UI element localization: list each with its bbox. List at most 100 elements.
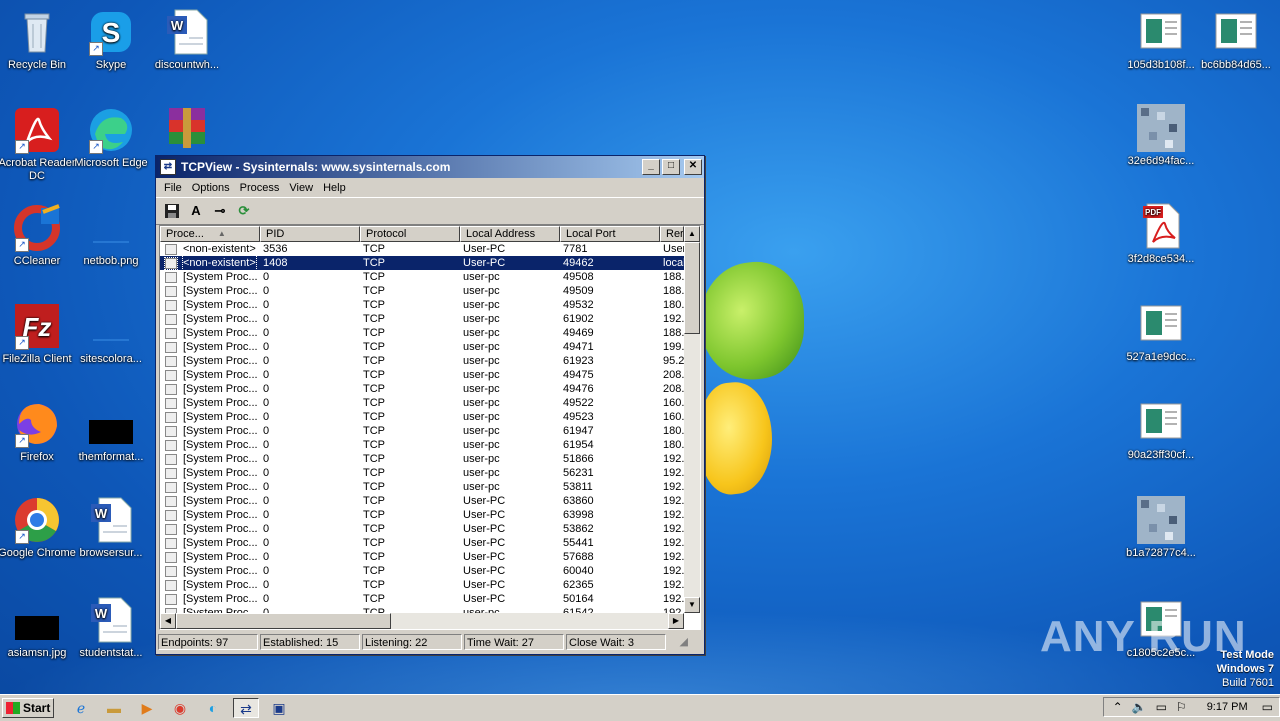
refresh-icon[interactable]: ⟳ — [234, 201, 254, 221]
table-row[interactable]: [System Proc... 0 TCP User-PC 50164 192. — [160, 592, 700, 606]
font-icon[interactable]: A — [186, 201, 206, 221]
desktop-icon-105d3b108f[interactable]: 105d3b108f... — [1121, 8, 1201, 72]
table-row[interactable]: <non-existent> 1408 TCP User-PC 49462 local — [160, 256, 700, 270]
maximize-button[interactable]: □ — [662, 159, 680, 175]
scroll-left-icon[interactable]: ◀ — [160, 613, 176, 629]
show-desktop-icon[interactable]: ▭ — [1262, 700, 1273, 714]
tcpview-app-icon: ⇄ — [160, 159, 176, 175]
table-cell: User-PC — [463, 509, 506, 521]
tcpview-taskbar-icon[interactable]: ⇄ — [233, 698, 259, 718]
desktop-icon-3f2d8ce534[interactable]: PDF 3f2d8ce534... — [1121, 202, 1201, 266]
show-hidden-icons-icon[interactable]: ⌃ — [1113, 700, 1123, 714]
horizontal-scroll-thumb[interactable] — [176, 613, 391, 629]
close-button[interactable]: ✕ — [684, 159, 702, 175]
desktop-icon-acrobat[interactable]: ↗ Acrobat Reader DC — [0, 106, 77, 183]
tcpview-window[interactable]: ⇄ TCPView - Sysinternals: www.sysinterna… — [155, 155, 705, 655]
resolve-addresses-icon[interactable]: ⊸ — [210, 201, 230, 221]
table-row[interactable]: [System Proc... 0 TCP user-pc 61954 180. — [160, 438, 700, 452]
vertical-scrollbar[interactable]: ▲ ▼ — [684, 226, 700, 613]
desktop-icon-themformat[interactable]: themformat... — [71, 400, 151, 464]
desktop-icon-edge[interactable]: ↗ Microsoft Edge — [71, 106, 151, 170]
desktop-icon-chrome[interactable]: ↗ Google Chrome — [0, 496, 77, 560]
table-row[interactable]: [System Proc... 0 TCP user-pc 49509 188. — [160, 284, 700, 298]
table-row[interactable]: [System Proc... 0 TCP User-PC 57688 192. — [160, 550, 700, 564]
table-row[interactable]: [System Proc... 0 TCP User-PC 60040 192. — [160, 564, 700, 578]
desktop-icon-filezilla[interactable]: Fz ↗ FileZilla Client — [0, 302, 77, 366]
table-row[interactable]: [System Proc... 0 TCP user-pc 49522 160. — [160, 396, 700, 410]
table-row[interactable]: [System Proc... 0 TCP user-pc 53811 192. — [160, 480, 700, 494]
clock[interactable]: 9:17 PM — [1207, 701, 1248, 713]
table-cell: 0 — [263, 425, 270, 437]
scroll-up-icon[interactable]: ▲ — [684, 226, 700, 242]
menu-help[interactable]: Help — [318, 182, 351, 194]
table-row[interactable]: [System Proc... 0 TCP User-PC 62365 192. — [160, 578, 700, 592]
desktop-icon-bc6bb84d65[interactable]: bc6bb84d65... — [1196, 8, 1276, 72]
menu-options[interactable]: Options — [187, 182, 235, 194]
desktop-icon-32e6d94fac[interactable]: 32e6d94fac... — [1121, 104, 1201, 168]
column-header-remote-address[interactable]: Rer — [660, 226, 684, 242]
column-header-protocol[interactable]: Protocol — [360, 226, 460, 242]
desktop-icon-studentstat[interactable]: W studentstat... — [71, 596, 151, 660]
desktop-icon-browsersur[interactable]: W browsersur... — [71, 496, 151, 560]
shortcut-arrow-icon: ↗ — [15, 140, 29, 154]
desktop-icon-firefox[interactable]: ↗ Firefox — [0, 400, 77, 464]
table-cell: 0 — [263, 327, 270, 339]
table-row[interactable]: [System Proc... 0 TCP user-pc 61923 95.2 — [160, 354, 700, 368]
resize-grip-icon[interactable]: ◢ — [668, 634, 688, 650]
minimize-button[interactable]: _ — [642, 159, 660, 175]
desktop-icon-ccleaner[interactable]: ↗ CCleaner — [0, 204, 77, 268]
table-row[interactable]: [System Proc... 0 TCP user-pc 49523 160. — [160, 410, 700, 424]
app-taskbar-icon[interactable]: ▣ — [266, 698, 292, 718]
start-button[interactable]: Start — [2, 698, 54, 718]
table-row[interactable]: [System Proc... 0 TCP user-pc 49469 188. — [160, 326, 700, 340]
scroll-right-icon[interactable]: ▶ — [668, 613, 684, 629]
scroll-down-icon[interactable]: ▼ — [684, 597, 700, 613]
menu-view[interactable]: View — [284, 182, 318, 194]
desktop-icon-winrar[interactable] — [147, 106, 227, 157]
table-row[interactable]: [System Proc... 0 TCP User-PC 53862 192. — [160, 522, 700, 536]
desktop-icon-netbob[interactable]: netbob.png — [71, 204, 151, 268]
file-explorer-icon[interactable]: ▬ — [101, 698, 127, 718]
column-header-process[interactable]: Proce... ▲ — [160, 226, 260, 242]
edge-taskbar-icon[interactable]: ◐ — [200, 698, 226, 718]
process-name: [System Proc... — [183, 495, 258, 507]
internet-explorer-icon[interactable]: ℯ — [68, 698, 94, 718]
desktop-icon-skype[interactable]: S ↗ Skype — [71, 8, 151, 72]
menu-process[interactable]: Process — [235, 182, 285, 194]
desktop-icon-b1a72877c4[interactable]: b1a72877c4... — [1121, 496, 1201, 560]
connections-list[interactable]: Proce... ▲ PID Protocol Local Address Loc… — [159, 225, 701, 630]
column-header-pid[interactable]: PID — [260, 226, 360, 242]
volume-icon[interactable]: 🔈 — [1132, 700, 1147, 714]
action-center-flag-icon[interactable]: ⚐ — [1176, 700, 1187, 714]
menu-file[interactable]: File — [159, 182, 187, 194]
window-titlebar[interactable]: ⇄ TCPView - Sysinternals: www.sysinterna… — [156, 156, 704, 178]
table-row[interactable]: [System Proc... 0 TCP user-pc 56231 192. — [160, 466, 700, 480]
desktop-icon-90a23ff30cf[interactable]: 90a23ff30cf... — [1121, 398, 1201, 462]
media-player-icon[interactable]: ▶ — [134, 698, 160, 718]
table-row[interactable]: [System Proc... 0 TCP user-pc 49476 208. — [160, 382, 700, 396]
table-row[interactable]: [System Proc... 0 TCP user-pc 61902 192. — [160, 312, 700, 326]
table-row[interactable]: [System Proc... 0 TCP User-PC 63998 192. — [160, 508, 700, 522]
save-icon[interactable] — [162, 201, 182, 221]
table-row[interactable]: <non-existent> 3536 TCP User-PC 7781 User — [160, 242, 700, 256]
network-icon[interactable]: ▭ — [1156, 700, 1167, 714]
table-row[interactable]: [System Proc... 0 TCP user-pc 61947 180. — [160, 424, 700, 438]
desktop-icon-sitescolora[interactable]: sitescolora... — [71, 302, 151, 366]
column-header-local-address[interactable]: Local Address — [460, 226, 560, 242]
chrome-taskbar-icon[interactable]: ◉ — [167, 698, 193, 718]
table-row[interactable]: [System Proc... 0 TCP user-pc 49471 199. — [160, 340, 700, 354]
table-row[interactable]: [System Proc... 0 TCP User-PC 63860 192. — [160, 494, 700, 508]
desktop-icon-527a1e9dcc[interactable]: 527a1e9dcc... — [1121, 300, 1201, 364]
table-row[interactable]: [System Proc... 0 TCP User-PC 55441 192. — [160, 536, 700, 550]
vertical-scroll-thumb[interactable] — [684, 242, 700, 334]
desktop-icon-discountwh[interactable]: W discountwh... — [147, 8, 227, 72]
horizontal-scrollbar[interactable]: ◀ ▶ — [160, 613, 684, 629]
table-row[interactable]: [System Proc... 0 TCP user-pc 51866 192. — [160, 452, 700, 466]
column-header-local-port[interactable]: Local Port — [560, 226, 660, 242]
table-row[interactable]: [System Proc... 0 TCP user-pc 49532 180. — [160, 298, 700, 312]
desktop-icon-recycle-bin[interactable]: Recycle Bin — [0, 8, 77, 72]
table-row[interactable]: [System Proc... 0 TCP user-pc 49508 188. — [160, 270, 700, 284]
table-row[interactable]: [System Proc... 0 TCP user-pc 49475 208. — [160, 368, 700, 382]
noise-image-icon — [1137, 104, 1185, 152]
desktop-icon-asiamsn[interactable]: asiamsn.jpg — [0, 596, 77, 660]
